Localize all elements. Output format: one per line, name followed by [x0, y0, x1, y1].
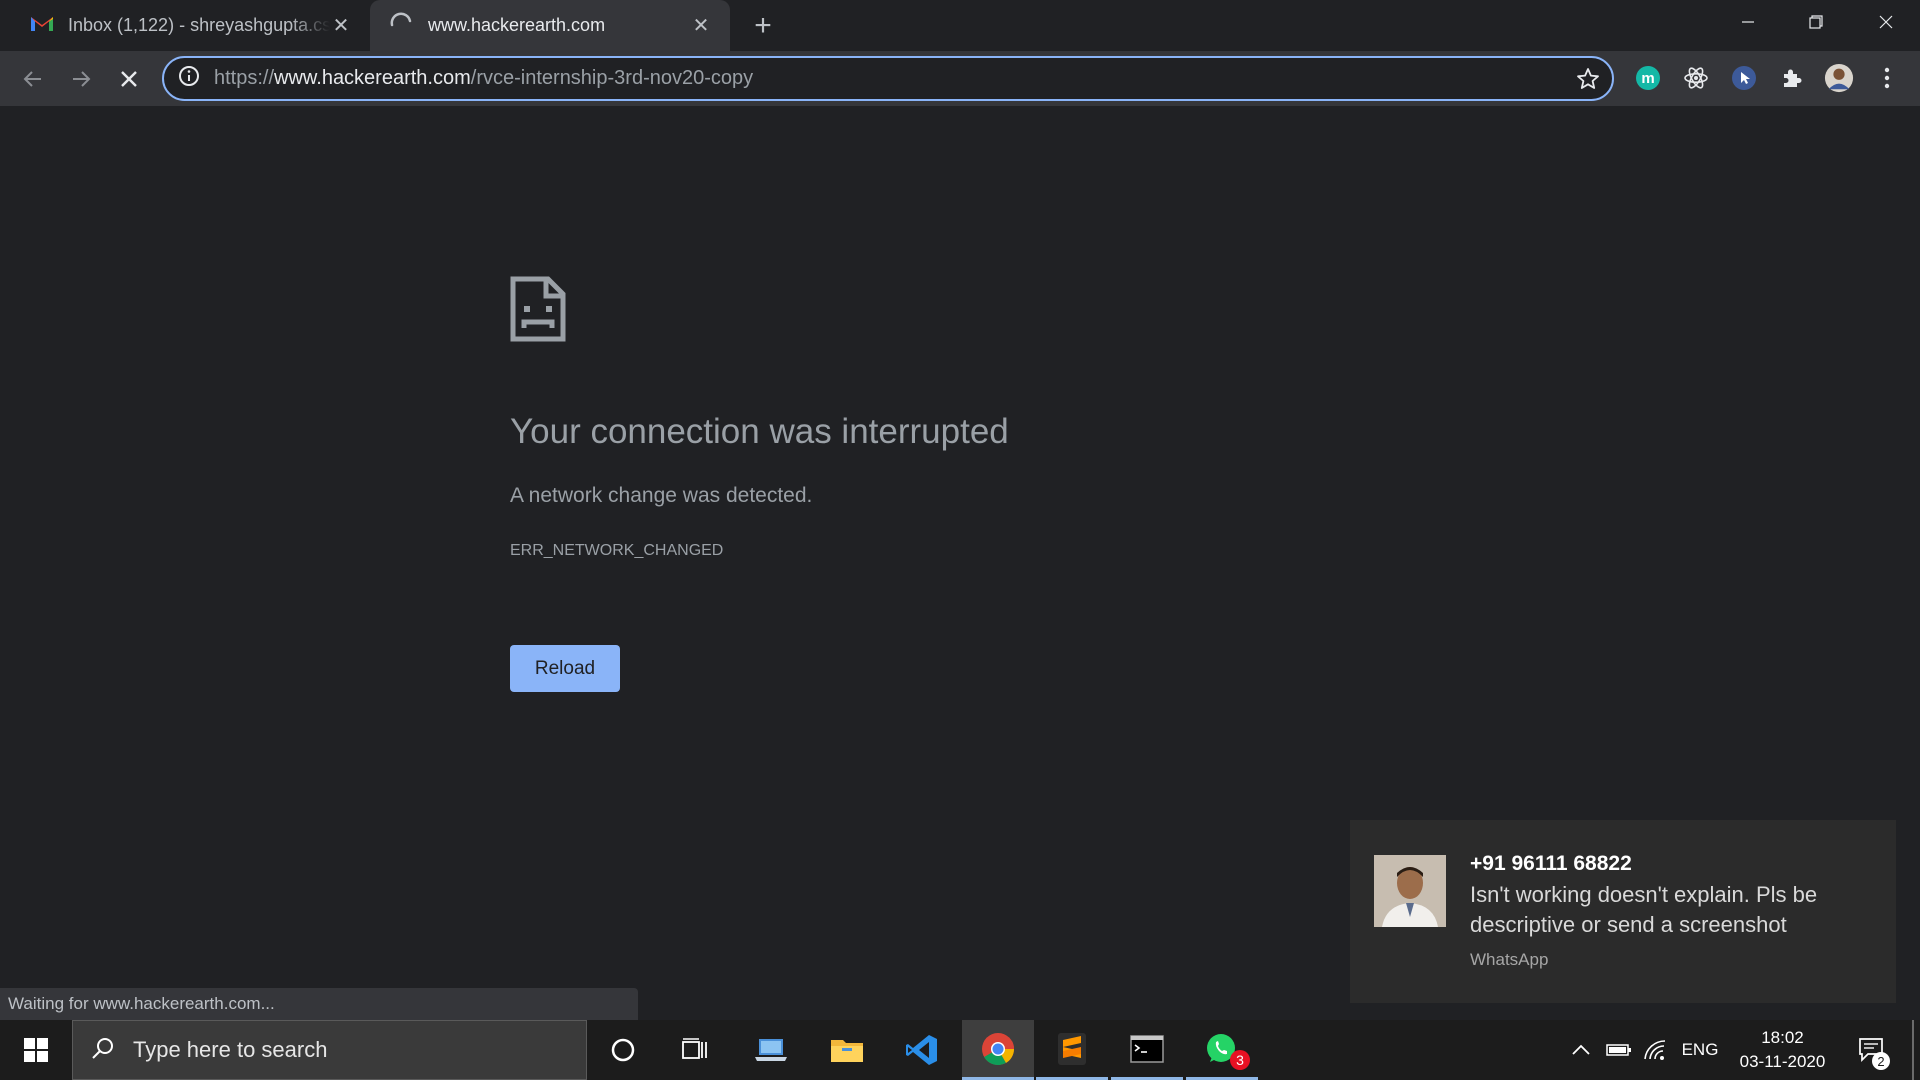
extensions-puzzle-icon[interactable]: [1777, 63, 1807, 93]
tab-title: Inbox (1,122) - shreyashgupta.cs18@rvce.…: [68, 15, 330, 35]
sender-avatar: [1374, 855, 1446, 927]
tab-title: www.hackerearth.com: [428, 15, 606, 35]
search-icon: [91, 1036, 115, 1065]
restore-button[interactable]: [1782, 0, 1850, 44]
error-code: ERR_NETWORK_CHANGED: [510, 542, 724, 559]
folder-icon: [831, 1040, 863, 1062]
url-scheme: https://: [214, 67, 275, 89]
svg-text:m: m: [1641, 70, 1654, 87]
stop-loading-button[interactable]: [110, 60, 148, 98]
extension-m-icon[interactable]: m: [1633, 63, 1663, 93]
new-tab-button[interactable]: +: [745, 8, 781, 44]
whatsapp-badge: 3: [1230, 1050, 1250, 1070]
search-placeholder: Type here to search: [133, 1037, 328, 1062]
laptop-icon: [755, 1039, 787, 1061]
profile-avatar[interactable]: [1824, 63, 1854, 93]
taskbar-app-file-explorer[interactable]: [811, 1020, 883, 1080]
bookmark-star-icon[interactable]: [1576, 67, 1600, 96]
taskbar-app-chrome[interactable]: [962, 1020, 1034, 1080]
notification-app-name: WhatsApp: [1470, 950, 1549, 969]
tab-strip: Inbox (1,122) - shreyashgupta.cs18@rvce.…: [0, 0, 1920, 51]
sad-page-icon: [510, 276, 566, 347]
tab-hackerearth[interactable]: www.hackerearth.com ✕: [370, 0, 730, 51]
notification-count-badge: 2: [1872, 1052, 1890, 1070]
cortana-circle-icon: [611, 1038, 635, 1062]
status-bubble: Waiting for www.hackerearth.com...: [0, 988, 638, 1020]
notification-message: Isn't working doesn't explain. Pls be de…: [1470, 882, 1818, 937]
whatsapp-notification[interactable]: +91 96111 68822 Isn't working doesn't ex…: [1350, 820, 1896, 1003]
windows-logo-icon: [24, 1038, 48, 1062]
url-text[interactable]: https://www.hackerearth.com/rvce-interns…: [214, 67, 753, 90]
gmail-icon: [30, 14, 54, 37]
terminal-icon: [1130, 1034, 1164, 1063]
chevron-up-icon: [1572, 1044, 1590, 1055]
close-window-button[interactable]: [1852, 0, 1920, 44]
taskbar-search-box[interactable]: Type here to search: [72, 1020, 587, 1080]
taskbar-app-whatsapp[interactable]: 3: [1186, 1020, 1258, 1080]
react-devtools-icon[interactable]: [1681, 63, 1711, 93]
tab-gmail-inbox[interactable]: Inbox (1,122) - shreyashgupta.cs18@rvce.…: [0, 0, 370, 51]
sublime-text-icon: [1058, 1032, 1086, 1065]
menu-kebab-icon[interactable]: [1872, 63, 1902, 93]
show-desktop-button[interactable]: [1912, 1020, 1914, 1080]
taskbar-app-terminal[interactable]: [1111, 1020, 1183, 1080]
info-icon[interactable]: [178, 65, 200, 92]
minimize-button[interactable]: [1714, 0, 1782, 44]
close-icon[interactable]: ✕: [690, 15, 712, 37]
task-view-icon: [682, 1038, 707, 1059]
clock-date: 03-11-2020: [1739, 1052, 1826, 1071]
forward-button[interactable]: [62, 60, 100, 98]
back-button[interactable]: [14, 60, 52, 98]
start-button[interactable]: [0, 1020, 72, 1080]
taskbar-app-laptop[interactable]: [736, 1020, 808, 1080]
loading-spinner-icon: [388, 10, 414, 41]
windows-taskbar: Type here to search 3 ENG 18:02 03-11-20…: [0, 1020, 1920, 1080]
error-description: A network change was detected.: [510, 484, 813, 507]
taskbar-app-sublime[interactable]: [1036, 1020, 1108, 1080]
cortana-button[interactable]: [587, 1020, 659, 1080]
wifi-icon[interactable]: [1640, 1020, 1670, 1080]
browser-toolbar: https://www.hackerearth.com/rvce-interns…: [0, 51, 1920, 106]
taskbar-clock[interactable]: 18:02 03-11-2020: [1730, 1026, 1835, 1074]
task-view-button[interactable]: [659, 1020, 731, 1080]
close-icon[interactable]: ✕: [330, 15, 352, 37]
url-path: /rvce-internship-3rd-nov20-copy: [470, 67, 754, 89]
reload-button[interactable]: Reload: [510, 645, 620, 692]
chrome-icon: [982, 1032, 1015, 1065]
cursor-extension-icon[interactable]: [1729, 63, 1759, 93]
error-title: Your connection was interrupted: [510, 412, 1009, 451]
url-host: www.hackerearth.com: [274, 67, 471, 89]
language-indicator[interactable]: ENG: [1678, 1020, 1722, 1080]
clock-time: 18:02: [1761, 1028, 1804, 1047]
action-center-button[interactable]: 2: [1850, 1020, 1894, 1080]
battery-icon[interactable]: [1604, 1020, 1634, 1080]
address-bar[interactable]: https://www.hackerearth.com/rvce-interns…: [162, 56, 1614, 101]
show-hidden-icons-button[interactable]: [1566, 1020, 1596, 1080]
vscode-icon: [906, 1035, 937, 1065]
taskbar-app-vscode[interactable]: [886, 1020, 958, 1080]
notification-sender: +91 96111 68822: [1470, 852, 1632, 875]
